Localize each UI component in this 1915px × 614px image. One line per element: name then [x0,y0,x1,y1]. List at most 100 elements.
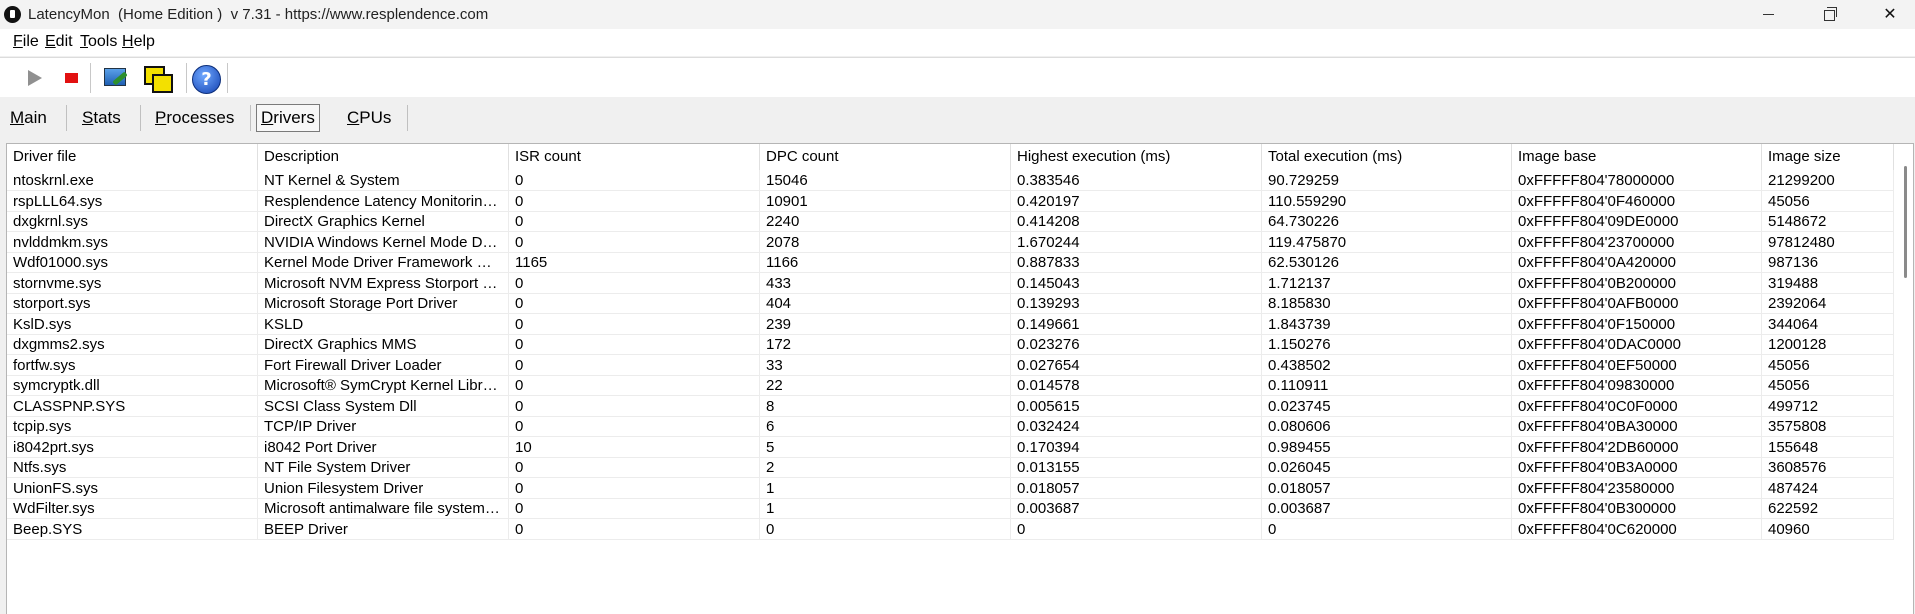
start-monitor-button[interactable] [20,63,50,93]
cell-image-size: 21299200 [1762,170,1894,191]
table-row[interactable]: fortfw.sys Fort Firewall Driver Loader 0 33… [7,354,1894,376]
drivers-table[interactable]: Driver file Description ISR count DPC co… [6,143,1914,614]
help-button[interactable]: ? [190,63,221,94]
cell-image-size: 97812480 [1762,231,1894,253]
column-header-highest-execution[interactable]: Highest execution (ms) [1011,144,1262,170]
menu-help[interactable]: Help [122,33,155,51]
column-header-total-execution[interactable]: Total execution (ms) [1262,144,1512,170]
cell-dpc-count: 1 [760,498,1011,519]
cell-description: DirectX Graphics Kernel [258,211,509,232]
column-header-driver-file[interactable]: Driver file [7,144,258,170]
cell-highest-execution: 0.420197 [1011,190,1262,212]
table-row[interactable]: symcryptk.dll Microsoft® SymCrypt Kernel … [7,375,1894,396]
table-row[interactable]: dxgkrnl.sys DirectX Graphics Kernel 0 2240 0… [7,211,1894,232]
scrollbar-thumb[interactable] [1904,166,1907,278]
menu-file[interactable]: File [13,33,39,51]
tab-drivers[interactable]: Drivers [256,104,320,132]
cell-image-size: 5148672 [1762,211,1894,232]
table-row[interactable]: storport.sys Microsoft Storage Port Drive… [7,293,1894,314]
tab-processes[interactable]: Processes [151,104,238,132]
cell-isr-count: 10 [509,436,760,458]
cell-description: Microsoft Storage Port Driver [258,293,509,314]
cell-description: i8042 Port Driver [258,436,509,458]
vertical-scrollbar[interactable] [1896,144,1913,614]
toolbar-separator [186,63,187,93]
minimize-button[interactable] [1745,0,1791,29]
cell-isr-count: 1165 [509,252,760,273]
cell-image-size: 1200128 [1762,334,1894,355]
cell-highest-execution: 0.032424 [1011,416,1262,437]
cell-dpc-count: 433 [760,272,1011,294]
table-row[interactable]: rspLLL64.sys Resplendence Latency Monitor… [7,190,1894,212]
table-row[interactable]: WdFilter.sys Microsoft antimalware file s… [7,498,1894,519]
windows-button[interactable] [142,63,173,93]
cell-highest-execution: 0.145043 [1011,272,1262,294]
cell-total-execution: 0.438502 [1262,354,1512,376]
table-row[interactable]: i8042prt.sys i8042 Port Driver 10 5 0.170394… [7,436,1894,458]
cell-total-execution: 64.730226 [1262,211,1512,232]
column-header-description[interactable]: Description [258,144,509,170]
close-button[interactable]: ✕ [1867,0,1913,29]
cell-image-size: 622592 [1762,498,1894,519]
tab-stats[interactable]: Stats [78,104,125,132]
table-row[interactable]: tcpip.sys TCP/IP Driver 0 6 0.032424 0.080606… [7,416,1894,437]
cell-description: NT Kernel & System [258,170,509,191]
menu-edit[interactable]: Edit [45,33,73,51]
cell-dpc-count: 5 [760,436,1011,458]
cell-image-size: 319488 [1762,272,1894,294]
cell-image-size: 45056 [1762,354,1894,376]
cell-image-size: 45056 [1762,375,1894,396]
cell-description: Microsoft® SymCrypt Kernel Library [258,375,509,396]
cell-dpc-count: 2240 [760,211,1011,232]
cell-isr-count: 0 [509,190,760,212]
cell-highest-execution: 0.023276 [1011,334,1262,355]
cell-image-size: 40960 [1762,518,1894,540]
cell-dpc-count: 172 [760,334,1011,355]
column-header-image-base[interactable]: Image base [1512,144,1762,170]
cell-driver-file: rspLLL64.sys [7,190,258,212]
table-row[interactable]: dxgmms2.sys DirectX Graphics MMS 0 172 0.023… [7,334,1894,355]
cell-highest-execution: 0.170394 [1011,436,1262,458]
cell-description: Fort Firewall Driver Loader [258,354,509,376]
cell-driver-file: Beep.SYS [7,518,258,540]
tab-cpus[interactable]: CPUs [343,104,395,132]
tab-separator [407,105,408,131]
cell-total-execution: 0.989455 [1262,436,1512,458]
table-row[interactable]: nvlddmkm.sys NVIDIA Windows Kernel Mode D… [7,231,1894,253]
cell-total-execution: 0.110911 [1262,375,1512,396]
column-header-isr-count[interactable]: ISR count [509,144,760,170]
cell-isr-count: 0 [509,170,760,191]
cell-image-base: 0xFFFFF804'09830000 [1512,375,1762,396]
cell-total-execution: 119.475870 [1262,231,1512,253]
table-row[interactable]: ntoskrnl.exe NT Kernel & System 0 15046 0.38… [7,170,1894,191]
table-row[interactable]: Ntfs.sys NT File System Driver 0 2 0.013155 0… [7,457,1894,478]
restore-button[interactable] [1806,0,1852,29]
table-row[interactable]: KslD.sys KSLD 0 239 0.149661 1.843739 0xFFFFF8… [7,313,1894,335]
cell-image-base: 0xFFFFF804'2DB60000 [1512,436,1762,458]
cell-description: Kernel Mode Driver Framework Runtime [258,252,509,273]
table-row[interactable]: stornvme.sys Microsoft NVM Express Storpo… [7,272,1894,294]
cell-total-execution: 1.843739 [1262,313,1512,335]
cell-dpc-count: 15046 [760,170,1011,191]
stop-monitor-button[interactable] [56,63,86,93]
cell-highest-execution: 0.027654 [1011,354,1262,376]
cell-isr-count: 0 [509,498,760,519]
cell-image-size: 45056 [1762,190,1894,212]
title-bar: LatencyMon (Home Edition ) v 7.31 - http… [0,0,1915,29]
menu-tools[interactable]: Tools [80,33,117,51]
table-row[interactable]: Beep.SYS BEEP Driver 0 0 0 0 0xFFFFF804'0C6200… [7,518,1894,540]
column-header-dpc-count[interactable]: DPC count [760,144,1011,170]
table-row[interactable]: CLASSPNP.SYS SCSI Class System Dll 0 8 0.005… [7,395,1894,417]
column-header-image-size[interactable]: Image size [1762,144,1894,170]
cell-description: NT File System Driver [258,457,509,478]
cell-total-execution: 8.185830 [1262,293,1512,314]
cell-dpc-count: 2 [760,457,1011,478]
cell-driver-file: stornvme.sys [7,272,258,294]
cell-highest-execution: 0.018057 [1011,477,1262,499]
check-drivers-button[interactable] [100,63,130,93]
table-row[interactable]: UnionFS.sys Union Filesystem Driver 0 1 0.01… [7,477,1894,499]
cell-driver-file: KslD.sys [7,313,258,335]
table-row[interactable]: Wdf01000.sys Kernel Mode Driver Framework… [7,252,1894,273]
tab-main[interactable]: Main [6,104,51,132]
cell-image-base: 0xFFFFF804'0B200000 [1512,272,1762,294]
